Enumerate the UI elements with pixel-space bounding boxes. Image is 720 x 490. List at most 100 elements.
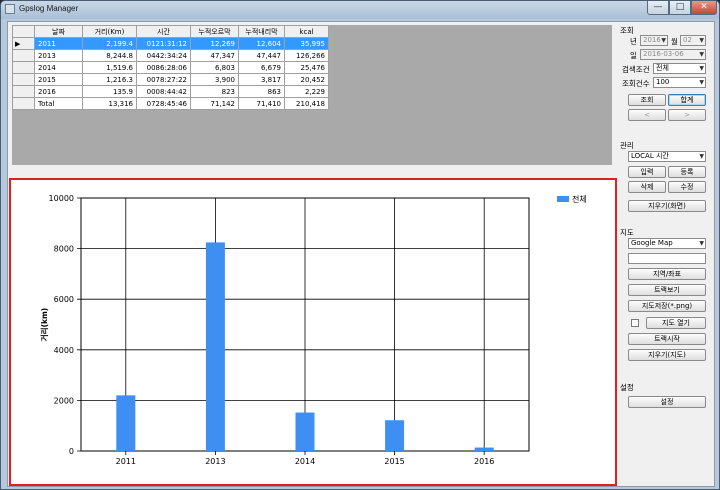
row-selector[interactable]	[12, 61, 35, 74]
manage-section-title: 관리	[620, 141, 634, 150]
cell-time[interactable]: 0728:45:46	[136, 97, 191, 110]
year-select[interactable]: 2016 ▼	[640, 35, 668, 46]
cell-descent[interactable]: 6,679	[238, 61, 285, 74]
cell-date[interactable]: 2016	[34, 85, 83, 98]
chevron-down-icon: ▼	[699, 51, 704, 58]
search-button[interactable]: 조회	[628, 94, 666, 106]
cell-date[interactable]: 2011	[34, 37, 83, 50]
column-header-kcal[interactable]: kcal	[284, 25, 329, 38]
result-count-select[interactable]: 100 ▼	[653, 77, 706, 88]
clear-screen-button[interactable]: 지우기(화면)	[628, 200, 706, 212]
distance-bar-chart: 0 2000 4000 6000 8000 10000 2011 2013 2014 2015 20…	[39, 194, 587, 466]
y-tick-label: 0	[69, 447, 74, 456]
row-header-corner	[12, 25, 35, 38]
table-row[interactable]: ▶ 2011 2,199.4 0121:31:12 12,269 12,604 …	[12, 37, 329, 50]
edit-button[interactable]: 수정	[668, 181, 706, 193]
cell-descent[interactable]: 47,447	[238, 49, 285, 62]
cell-descent[interactable]: 3,817	[238, 73, 285, 86]
prev-button[interactable]: <	[628, 109, 666, 121]
cell-distance[interactable]: 2,199.4	[82, 37, 137, 50]
cell-time[interactable]: 0086:28:06	[136, 61, 191, 74]
cell-date[interactable]: Total	[34, 97, 83, 110]
date-label: 일	[630, 51, 637, 60]
grid-panel: 날짜 거리(Km) 시간 누적오르막 누적내리막 kcal ▶ 2011 2,1…	[12, 25, 612, 165]
map-provider-select[interactable]: Google Map ▼	[628, 238, 706, 249]
cell-distance[interactable]: 1,216.3	[82, 73, 137, 86]
track-start-button[interactable]: 트랙시작	[628, 333, 706, 345]
cell-ascent[interactable]: 71,142	[190, 97, 239, 110]
region-coord-button[interactable]: 지역/좌표	[628, 268, 706, 280]
y-tick-label: 2000	[54, 396, 74, 405]
timezone-value: LOCAL 시간	[631, 152, 669, 160]
cell-descent[interactable]: 71,410	[238, 97, 285, 110]
table-row[interactable]: 2014 1,519.6 0086:28:06 6,803 6,679 25,4…	[12, 61, 329, 74]
cell-time[interactable]: 0442:34:24	[136, 49, 191, 62]
cell-descent[interactable]: 12,604	[238, 37, 285, 50]
row-selector[interactable]	[12, 49, 35, 62]
cell-date[interactable]: 2013	[34, 49, 83, 62]
map-save-button[interactable]: 지도저장(*.png)	[628, 300, 706, 312]
x-tick-label: 2013	[205, 457, 225, 466]
row-selector[interactable]	[12, 97, 35, 110]
sum-button[interactable]: 합계	[668, 94, 706, 106]
cell-distance[interactable]: 8,244.8	[82, 49, 137, 62]
table-row[interactable]: 2013 8,244.8 0442:34:24 47,347 47,447 12…	[12, 49, 329, 62]
column-header-distance[interactable]: 거리(Km)	[82, 25, 137, 38]
cell-kcal[interactable]: 25,476	[284, 61, 329, 74]
cell-kcal[interactable]: 126,266	[284, 49, 329, 62]
cell-ascent[interactable]: 12,269	[190, 37, 239, 50]
summary-grid[interactable]: 날짜 거리(Km) 시간 누적오르막 누적내리막 kcal ▶ 2011 2,1…	[12, 25, 329, 110]
x-tick-label: 2014	[295, 457, 315, 466]
cell-kcal[interactable]: 35,995	[284, 37, 329, 50]
cell-ascent[interactable]: 6,803	[190, 61, 239, 74]
cell-time[interactable]: 0008:44:42	[136, 85, 191, 98]
clear-map-button[interactable]: 지우기(지도)	[628, 349, 706, 361]
chevron-down-icon: ▼	[699, 37, 704, 44]
cell-time[interactable]: 0121:31:12	[136, 37, 191, 50]
settings-button[interactable]: 설정	[628, 396, 706, 408]
delete-button[interactable]: 삭제	[628, 181, 666, 193]
column-header-time[interactable]: 시간	[136, 25, 191, 38]
x-tick-label: 2015	[384, 457, 404, 466]
column-header-date[interactable]: 날짜	[34, 25, 83, 38]
cell-kcal[interactable]: 210,418	[284, 97, 329, 110]
row-selector[interactable]	[12, 73, 35, 86]
map-search-input[interactable]	[628, 253, 706, 264]
cell-descent[interactable]: 863	[238, 85, 285, 98]
cell-ascent[interactable]: 3,900	[190, 73, 239, 86]
track-view-button[interactable]: 트랙보기	[628, 284, 706, 296]
timezone-select[interactable]: LOCAL 시간 ▼	[628, 151, 706, 162]
table-row[interactable]: 2016 135.9 0008:44:42 823 863 2,229	[12, 85, 329, 98]
map-open-checkbox[interactable]	[631, 319, 639, 327]
next-button[interactable]: >	[668, 109, 706, 121]
search-condition-select[interactable]: 전체 ▼	[653, 63, 706, 74]
table-row[interactable]: 2015 1,216.3 0078:27:22 3,900 3,817 20,4…	[12, 73, 329, 86]
table-row[interactable]: Total 13,316 0728:45:46 71,142 71,410 21…	[12, 97, 329, 110]
cell-distance[interactable]: 13,316	[82, 97, 137, 110]
column-header-ascent[interactable]: 누적오르막	[190, 25, 239, 38]
cell-date[interactable]: 2015	[34, 73, 83, 86]
result-count-value: 100	[656, 78, 670, 86]
cell-date[interactable]: 2014	[34, 61, 83, 74]
query-section-title: 조회	[620, 26, 634, 35]
row-selector[interactable]	[12, 85, 35, 98]
chevron-down-icon: ▼	[699, 65, 704, 72]
cell-distance[interactable]: 1,519.6	[82, 61, 137, 74]
map-open-button[interactable]: 지도 열기	[646, 317, 706, 329]
date-picker[interactable]: 2016-03-06 ▼	[640, 49, 706, 60]
cell-ascent[interactable]: 823	[190, 85, 239, 98]
close-button[interactable]: ✕	[691, 1, 717, 15]
input-button[interactable]: 입력	[628, 166, 666, 178]
cell-time[interactable]: 0078:27:22	[136, 73, 191, 86]
cell-kcal[interactable]: 20,452	[284, 73, 329, 86]
minimize-button[interactable]: —	[647, 1, 669, 15]
register-button[interactable]: 등록	[668, 166, 706, 178]
cell-distance[interactable]: 135.9	[82, 85, 137, 98]
cell-kcal[interactable]: 2,229	[284, 85, 329, 98]
column-header-descent[interactable]: 누적내리막	[238, 25, 285, 38]
app-icon	[5, 4, 15, 14]
maximize-button[interactable]: □	[669, 1, 691, 15]
month-select[interactable]: 02 ▼	[680, 35, 706, 46]
cell-ascent[interactable]: 47,347	[190, 49, 239, 62]
row-selector[interactable]: ▶	[12, 37, 35, 50]
